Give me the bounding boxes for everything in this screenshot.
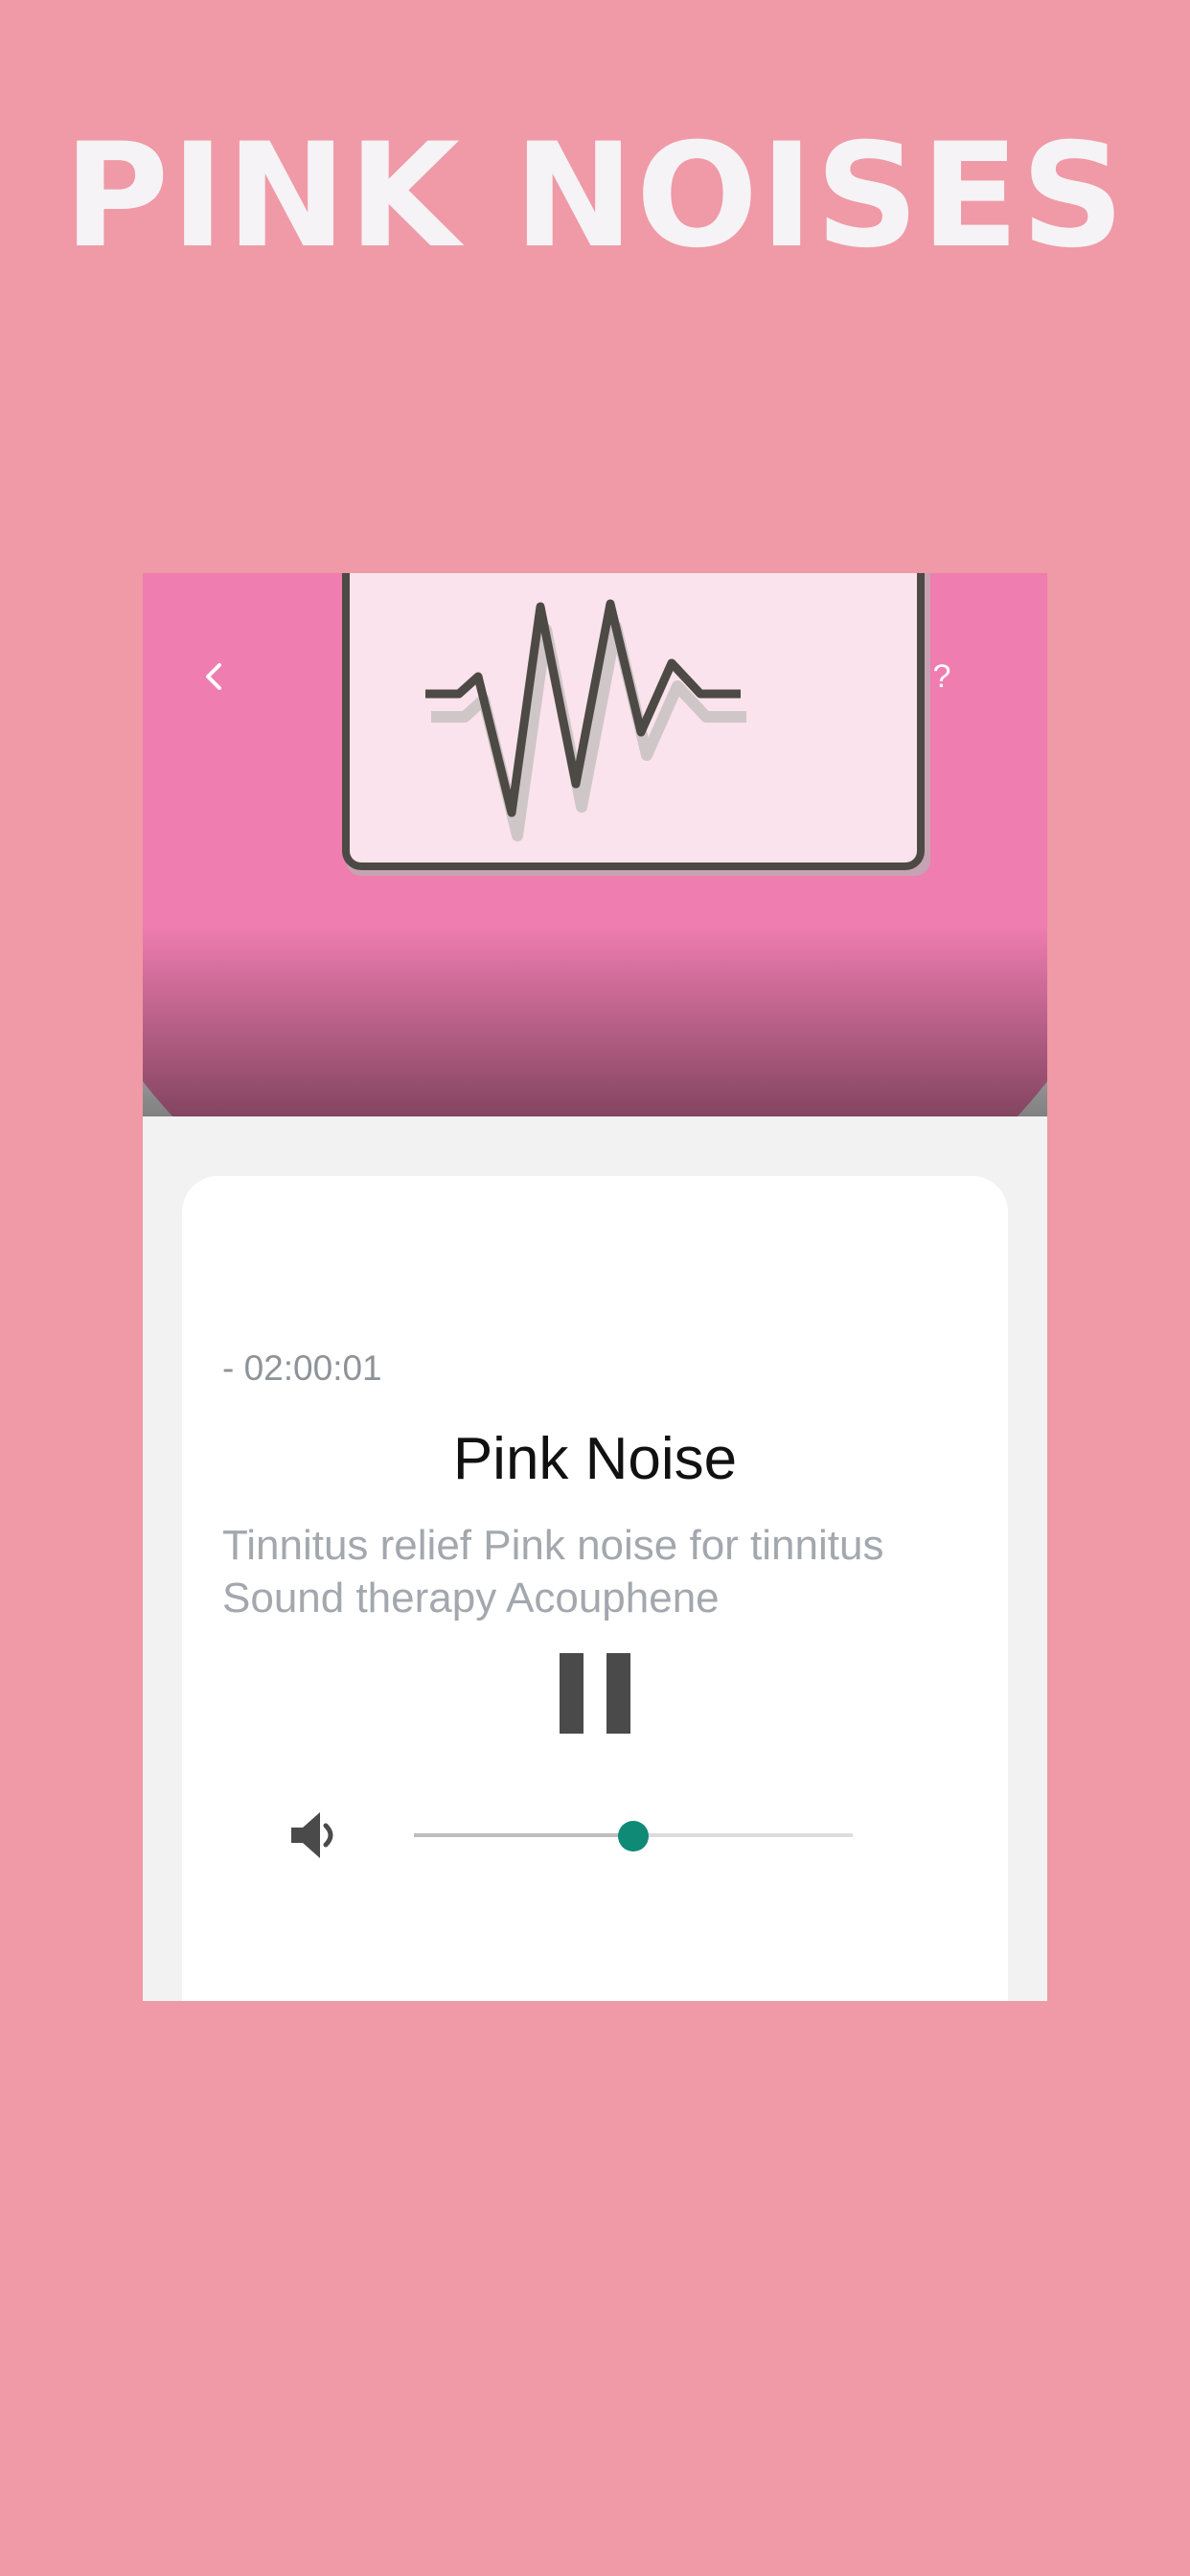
help-button[interactable]: ?	[913, 648, 971, 705]
hero-artwork: ?	[143, 573, 1047, 1116]
track-description: Tinnitus relief Pink noise for tinnitus …	[222, 1522, 884, 1622]
phone-screen: ? - 02:00:01 Pink Noise Tinnitus relief …	[143, 573, 1047, 2001]
pause-icon	[560, 1653, 584, 1734]
speaker-icon	[291, 1812, 333, 1858]
player-card: - 02:00:01 Pink Noise Tinnitus relief Pi…	[182, 1176, 1008, 2001]
track-title: Pink Noise	[452, 1426, 738, 1492]
slider-thumb[interactable]	[618, 1821, 649, 1852]
remaining-time: - 02:00:01	[222, 1348, 382, 1388]
volume-button[interactable]	[287, 1806, 345, 1864]
waveform-artwork	[143, 573, 1047, 1116]
slider-fill	[414, 1833, 633, 1837]
pause-button[interactable]	[560, 1653, 630, 1734]
volume-slider[interactable]	[414, 1806, 853, 1864]
chevron-left-icon	[206, 663, 221, 690]
back-button[interactable]	[185, 648, 242, 705]
promo-headline: PINK NOISES	[63, 113, 1127, 280]
